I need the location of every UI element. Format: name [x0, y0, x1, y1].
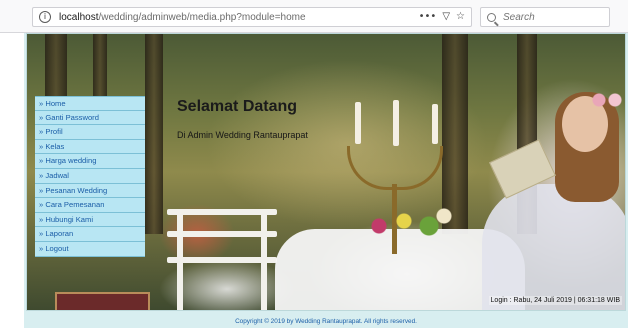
hero-banner: » Home » Ganti Password » Profil » Kelas…	[26, 33, 626, 311]
white-chair	[167, 209, 277, 310]
bookmark-star-icon[interactable]: ☆	[456, 11, 465, 22]
sidebar-menu: » Home » Ganti Password » Profil » Kelas…	[35, 96, 145, 257]
flower-crown	[587, 90, 625, 110]
tree-trunk	[145, 34, 163, 234]
sidebar-item-hubungi-kami[interactable]: » Hubungi Kami	[35, 212, 145, 228]
sidebar-item-harga-wedding[interactable]: » Harga wedding	[35, 154, 145, 169]
sidebar-item-profil[interactable]: » Profil	[35, 125, 145, 140]
url-text[interactable]: localhost/wedding/adminweb/media.php?mod…	[59, 12, 306, 23]
address-bar[interactable]: i localhost/wedding/adminweb/media.php?m…	[32, 7, 472, 27]
page-frame: » Home » Ganti Password » Profil » Kelas…	[24, 33, 628, 328]
footer-copyright: Copyright © 2019 by Wedding Rantauprapat…	[235, 318, 417, 325]
more-actions-icon[interactable]: •••	[419, 11, 437, 22]
sidebar-item-ganti-password[interactable]: » Ganti Password	[35, 110, 145, 126]
candle	[393, 100, 399, 146]
sidebar-item-logout[interactable]: » Logout	[35, 241, 145, 257]
sidebar-item-cara-pemesanan[interactable]: » Cara Pemesanan	[35, 198, 145, 213]
browser-search-box[interactable]	[480, 7, 610, 27]
candle	[432, 104, 438, 144]
sidebar-item-home[interactable]: » Home	[35, 96, 145, 111]
browser-search-input[interactable]	[503, 11, 603, 23]
sidebar-item-kelas[interactable]: » Kelas	[35, 139, 145, 155]
url-actions: ••• ▽ ☆	[419, 11, 465, 22]
flower-arrangement	[359, 196, 459, 246]
url-path: /wedding/adminweb/media.php?module=home	[98, 11, 306, 23]
wooden-sign	[55, 292, 150, 310]
search-icon	[487, 12, 496, 22]
sidebar-item-pesanan-wedding[interactable]: » Pesanan Wedding	[35, 183, 145, 199]
page-title: Selamat Datang	[177, 98, 298, 115]
sidebar-item-jadwal[interactable]: » Jadwal	[35, 168, 145, 184]
pocket-icon[interactable]: ▽	[442, 11, 450, 22]
sidebar-item-laporan[interactable]: » Laporan	[35, 227, 145, 242]
browser-toolbar: i localhost/wedding/adminweb/media.php?m…	[0, 0, 628, 33]
candle	[355, 102, 361, 144]
url-host: localhost	[59, 11, 99, 23]
info-icon[interactable]: i	[39, 11, 51, 23]
login-timestamp: Login : Rabu, 24 Juli 2019 | 06:31:18 WI…	[488, 296, 622, 305]
page-subtitle: Di Admin Wedding Rantauprapat	[177, 130, 308, 140]
bride-dress	[482, 184, 625, 310]
